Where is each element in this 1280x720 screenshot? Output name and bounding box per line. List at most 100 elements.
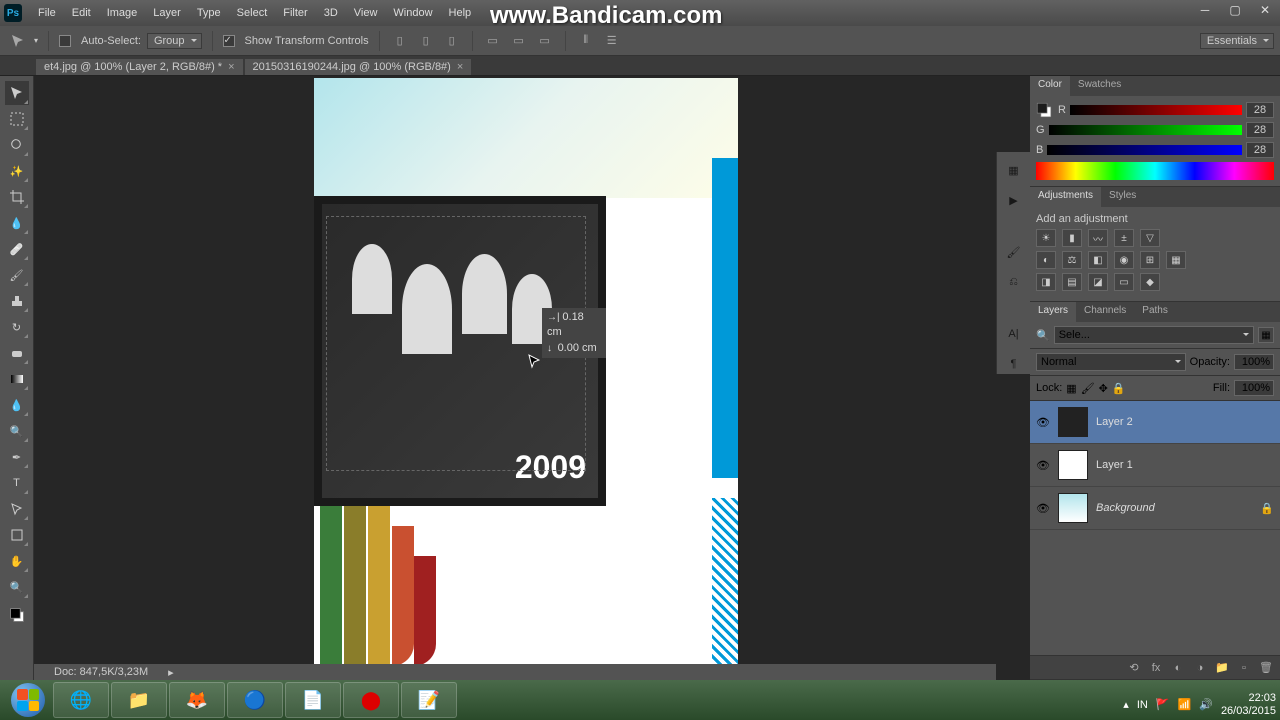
filter-pixel-icon[interactable]: ▦ xyxy=(1258,327,1274,343)
spectrum-bar[interactable] xyxy=(1036,162,1274,180)
r-slider[interactable] xyxy=(1070,105,1242,115)
layer-thumbnail[interactable] xyxy=(1058,407,1088,437)
tab-swatches[interactable]: Swatches xyxy=(1070,76,1129,96)
canvas-workspace[interactable]: 2009 →| 0.18 cm↓ 0.00 cm xyxy=(34,76,1030,680)
invert-icon[interactable]: ◨ xyxy=(1036,273,1056,291)
history-brush-tool[interactable]: ↻ xyxy=(5,315,29,339)
group-icon[interactable]: 📁 xyxy=(1214,660,1230,676)
layer-thumbnail[interactable] xyxy=(1058,450,1088,480)
type-tool[interactable]: T xyxy=(5,471,29,495)
taskbar-app[interactable]: 📄 xyxy=(285,682,341,718)
taskbar-recorder[interactable]: ⬤ xyxy=(343,682,399,718)
lock-position-icon[interactable]: ✥ xyxy=(1099,382,1108,395)
show-transform-checkbox[interactable] xyxy=(223,35,235,47)
b-value[interactable]: 28 xyxy=(1246,142,1274,158)
tab-layers[interactable]: Layers xyxy=(1030,302,1076,322)
tray-flag-icon[interactable]: 🚩 xyxy=(1156,698,1170,711)
marquee-tool[interactable] xyxy=(5,107,29,131)
align-center-h-icon[interactable]: ▯ xyxy=(416,31,436,51)
actions-panel-icon[interactable]: ▶ xyxy=(1004,190,1024,210)
bw-icon[interactable]: ◧ xyxy=(1088,251,1108,269)
foreground-background-colors[interactable] xyxy=(5,601,29,629)
paragraph-panel-icon[interactable]: ¶ xyxy=(1004,354,1024,374)
tab-adjustments[interactable]: Adjustments xyxy=(1030,187,1101,207)
new-layer-icon[interactable]: ▫ xyxy=(1236,660,1252,676)
auto-select-checkbox[interactable] xyxy=(59,35,71,47)
color-lookup-icon[interactable]: ▦ xyxy=(1166,251,1186,269)
visibility-toggle-icon[interactable]: 👁 xyxy=(1036,415,1050,429)
brush-tool[interactable]: 🖌 xyxy=(5,263,29,287)
align-center-v-icon[interactable]: ▭ xyxy=(509,31,529,51)
hand-tool[interactable]: ✋ xyxy=(5,549,29,573)
document-tab-2[interactable]: 20150316190244.jpg @ 100% (RGB/8#)× xyxy=(245,59,472,75)
menu-layer[interactable]: Layer xyxy=(145,7,189,19)
lock-pixels-icon[interactable]: 🖌 xyxy=(1081,382,1095,395)
healing-brush-tool[interactable]: 🩹 xyxy=(5,237,29,261)
taskbar-explorer[interactable]: 📁 xyxy=(111,682,167,718)
window-close-button[interactable]: ✕ xyxy=(1250,0,1280,20)
visibility-toggle-icon[interactable]: 👁 xyxy=(1036,458,1050,472)
threshold-icon[interactable]: ◪ xyxy=(1088,273,1108,291)
layer-row[interactable]: 👁 Background 🔒 xyxy=(1030,487,1280,530)
align-bottom-icon[interactable]: ▭ xyxy=(535,31,555,51)
eyedropper-tool[interactable]: 💧 xyxy=(5,211,29,235)
document-tab-1[interactable]: et4.jpg @ 100% (Layer 2, RGB/8#) *× xyxy=(36,59,243,75)
window-maximize-button[interactable]: ▢ xyxy=(1220,0,1250,20)
posterize-icon[interactable]: ▤ xyxy=(1062,273,1082,291)
tab-styles[interactable]: Styles xyxy=(1101,187,1144,207)
menu-select[interactable]: Select xyxy=(229,7,276,19)
align-top-icon[interactable]: ▭ xyxy=(483,31,503,51)
tray-volume-icon[interactable]: 🔊 xyxy=(1199,698,1213,711)
channel-mixer-icon[interactable]: ⊞ xyxy=(1140,251,1160,269)
align-left-icon[interactable]: ▯ xyxy=(390,31,410,51)
blur-tool[interactable]: 💧 xyxy=(5,393,29,417)
layer-row[interactable]: 👁 Layer 1 xyxy=(1030,444,1280,487)
tray-chevron-icon[interactable]: ▴ xyxy=(1123,698,1129,711)
tray-clock[interactable]: 22:0326/03/2015 xyxy=(1221,692,1276,718)
start-button[interactable] xyxy=(4,682,52,718)
adjustment-layer-icon[interactable]: ◑ xyxy=(1192,660,1208,676)
lock-all-icon[interactable]: 🔒 xyxy=(1112,382,1126,395)
auto-select-target-dropdown[interactable]: Group xyxy=(147,33,202,49)
character-panel-icon[interactable]: A| xyxy=(1004,324,1024,344)
workspace-dropdown[interactable]: Essentials xyxy=(1200,33,1274,49)
gradient-map-icon[interactable]: ▭ xyxy=(1114,273,1134,291)
g-value[interactable]: 28 xyxy=(1246,122,1274,138)
magic-wand-tool[interactable]: ✨ xyxy=(5,159,29,183)
visibility-toggle-icon[interactable]: 👁 xyxy=(1036,501,1050,515)
taskbar-ie[interactable]: 🌐 xyxy=(53,682,109,718)
eraser-tool[interactable] xyxy=(5,341,29,365)
menu-file[interactable]: File xyxy=(30,7,64,19)
layer-name[interactable]: Background xyxy=(1096,502,1155,514)
menu-type[interactable]: Type xyxy=(189,7,229,19)
vibrance-icon[interactable]: ▽ xyxy=(1140,229,1160,247)
taskbar-notepad[interactable]: 📝 xyxy=(401,682,457,718)
close-icon[interactable]: × xyxy=(457,61,463,73)
distribute-v-icon[interactable]: ☰ xyxy=(602,31,622,51)
distribute-h-icon[interactable]: ⦀ xyxy=(576,31,596,51)
color-swatch-icon[interactable] xyxy=(1036,102,1052,121)
close-icon[interactable]: × xyxy=(228,61,234,73)
layer-name[interactable]: Layer 2 xyxy=(1096,416,1133,428)
hue-icon[interactable]: ◐ xyxy=(1036,251,1056,269)
pen-tool[interactable]: ✒ xyxy=(5,445,29,469)
clone-stamp-tool[interactable] xyxy=(5,289,29,313)
tab-paths[interactable]: Paths xyxy=(1134,302,1176,322)
window-minimize-button[interactable]: ─ xyxy=(1190,0,1220,20)
layer-thumbnail[interactable] xyxy=(1058,493,1088,523)
taskbar-firefox[interactable]: 🦊 xyxy=(169,682,225,718)
align-right-icon[interactable]: ▯ xyxy=(442,31,462,51)
selective-color-icon[interactable]: ◆ xyxy=(1140,273,1160,291)
menu-help[interactable]: Help xyxy=(441,7,480,19)
layer-mask-icon[interactable]: ◐ xyxy=(1170,660,1186,676)
move-tool[interactable] xyxy=(5,81,29,105)
levels-icon[interactable]: ▮ xyxy=(1062,229,1082,247)
layer-effects-icon[interactable]: fx xyxy=(1148,660,1164,676)
shape-tool[interactable] xyxy=(5,523,29,547)
menu-image[interactable]: Image xyxy=(99,7,146,19)
search-icon[interactable]: 🔍 xyxy=(1036,329,1050,342)
photo-filter-icon[interactable]: ◉ xyxy=(1114,251,1134,269)
dodge-tool[interactable]: 🔍 xyxy=(5,419,29,443)
blend-mode-dropdown[interactable]: Normal xyxy=(1036,353,1186,371)
layer-filter-dropdown[interactable]: Sele... xyxy=(1054,326,1254,344)
